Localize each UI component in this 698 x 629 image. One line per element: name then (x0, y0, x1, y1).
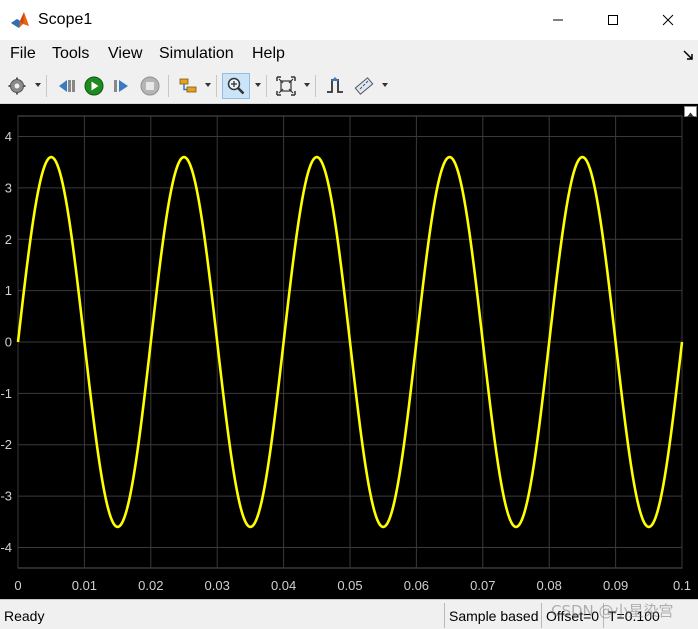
toolbar (0, 68, 698, 104)
minimize-button[interactable] (535, 0, 581, 40)
undock-icon[interactable] (682, 49, 694, 61)
y-tick-label: 2 (5, 232, 12, 247)
x-tick-label: 0.05 (337, 578, 362, 593)
stop-button[interactable] (138, 73, 162, 99)
scope-window: Scope1 File Tools View Simulation Help 0… (0, 0, 698, 629)
x-tick-label: 0.03 (205, 578, 230, 593)
status-sample-mode: Sample based (444, 603, 541, 628)
zoom-in-button[interactable] (222, 73, 250, 99)
run-icon (84, 76, 104, 96)
close-icon (662, 14, 674, 26)
y-tick-label: -2 (0, 437, 12, 452)
x-tick-label: 0.09 (603, 578, 628, 593)
y-tick-label: 0 (5, 335, 12, 350)
zoom-in-icon (227, 77, 245, 95)
x-tick-label: 0 (14, 578, 21, 593)
y-tick-label: 4 (5, 129, 12, 144)
step-forward-icon (114, 80, 128, 92)
cursor-measurements-icon (354, 77, 374, 95)
scope-chart[interactable]: 0 0.01 0.02 0.03 0.04 0.05 0.06 0.07 0.08 0.09 0.1… (0, 104, 698, 599)
fit-to-view-icon (276, 76, 296, 96)
cursor-measurements-button[interactable] (352, 73, 376, 99)
watermark: CSDN @小星染宫 (551, 602, 674, 620)
x-tick-label: 0.1 (673, 578, 691, 593)
y-tick-label: 1 (5, 283, 12, 298)
y-tick-label: -1 (0, 386, 12, 401)
settings-button[interactable] (6, 73, 28, 99)
menu-simulation[interactable]: Simulation (159, 45, 234, 63)
x-tick-label: 0.04 (271, 578, 296, 593)
fit-to-view-button[interactable] (274, 73, 298, 99)
toggle-legend-button[interactable] (684, 106, 697, 117)
matlab-icon (11, 12, 29, 28)
x-tick-label: 0.02 (138, 578, 163, 593)
step-forward-button[interactable] (110, 73, 134, 99)
menu-tools[interactable]: Tools (52, 45, 89, 63)
signal-selector-icon (179, 78, 197, 93)
scope-plot-area[interactable]: 0 0.01 0.02 0.03 0.04 0.05 0.06 0.07 0.08 0.09 0.1… (0, 104, 698, 599)
status-ready: Ready (4, 608, 45, 624)
run-button[interactable] (82, 73, 106, 99)
triggers-button[interactable] (323, 73, 347, 99)
menu-help[interactable]: Help (252, 45, 285, 63)
maximize-icon (608, 15, 618, 25)
menu-file[interactable]: File (10, 45, 36, 63)
stop-icon (140, 76, 160, 96)
arrow-up-icon (687, 112, 694, 117)
step-back-icon (59, 80, 75, 92)
triggers-icon (327, 77, 343, 93)
y-tick-label: -3 (0, 489, 12, 504)
signal-selector-button[interactable] (176, 73, 200, 99)
close-button[interactable] (645, 0, 691, 40)
settings-icon (8, 77, 26, 95)
title-bar[interactable]: Scope1 (0, 0, 698, 40)
menu-bar: File Tools View Simulation Help (0, 40, 698, 68)
x-tick-label: 0.08 (537, 578, 562, 593)
y-tick-label: 3 (5, 180, 12, 195)
step-back-button[interactable] (55, 73, 79, 99)
x-tick-label: 0.07 (470, 578, 495, 593)
minimize-icon (553, 19, 563, 21)
x-tick-label: 0.06 (404, 578, 429, 593)
y-tick-label: -4 (0, 540, 12, 555)
window-title: Scope1 (38, 11, 93, 28)
menu-view[interactable]: View (108, 45, 142, 63)
x-tick-label: 0.01 (72, 578, 97, 593)
maximize-button[interactable] (590, 0, 636, 40)
